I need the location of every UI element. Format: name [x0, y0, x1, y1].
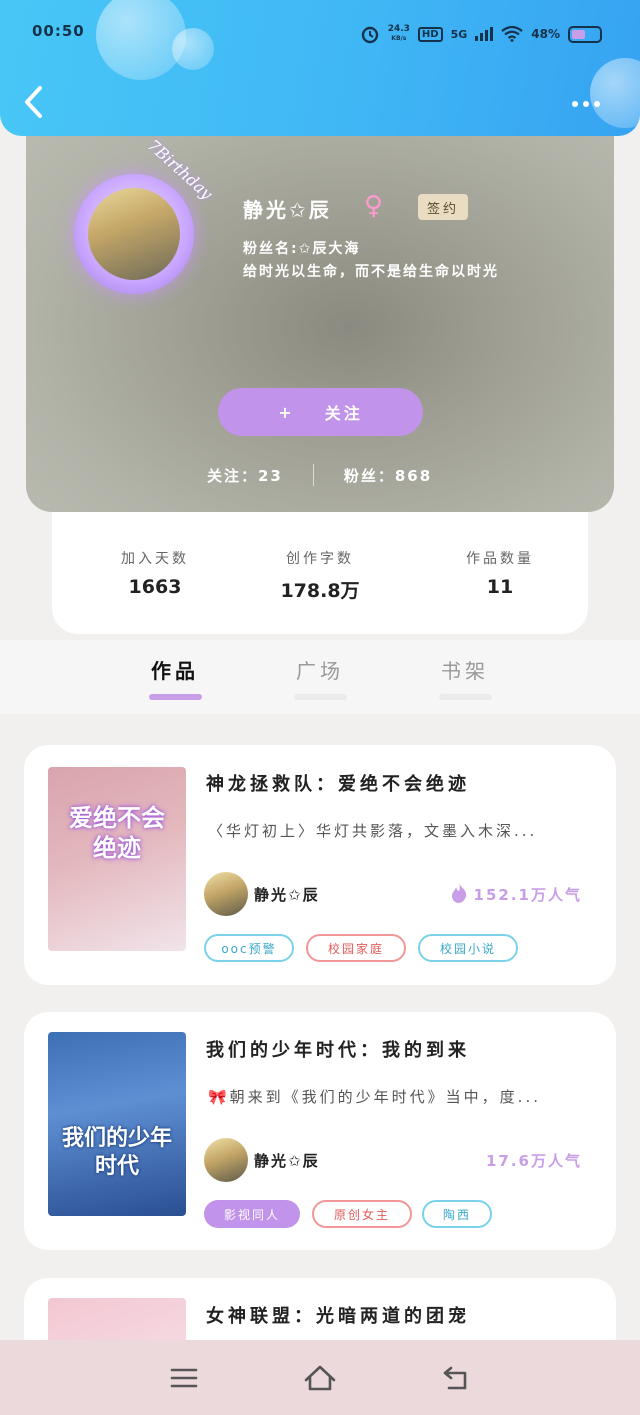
author-avatar[interactable]	[204, 1138, 248, 1182]
plus-icon: +	[278, 402, 295, 422]
tab-indicator	[439, 694, 492, 700]
stat-join-days: 加入天数 1663	[121, 551, 189, 598]
home-button[interactable]	[302, 1360, 338, 1396]
follow-button[interactable]: + 关注	[218, 388, 423, 436]
book-cover[interactable]: 爱绝不会绝迹	[48, 767, 186, 951]
sign-badge: 签约	[418, 194, 468, 220]
battery-icon	[568, 25, 602, 43]
stat-works-count: 作品数量 11	[466, 551, 534, 598]
book-title[interactable]: 神龙拯救队：爱绝不会绝迹	[206, 770, 470, 796]
author-name[interactable]: 静光✩辰	[254, 1150, 320, 1171]
book-title[interactable]: 女神联盟：光暗两道的团宠	[206, 1302, 470, 1328]
fans-count[interactable]: 粉丝：868	[344, 465, 432, 486]
book-tag[interactable]: 校园家庭	[306, 934, 406, 962]
top-header: 00:50 24.3 KB/s HD 5G 48%	[0, 0, 640, 136]
profile-card	[26, 100, 614, 512]
back-icon	[443, 1366, 467, 1389]
fire-icon	[450, 882, 468, 908]
divider	[312, 464, 314, 486]
battery-percent: 48%	[531, 27, 560, 41]
alarm-icon	[361, 26, 378, 44]
cover-title: 我们的少年时代	[61, 1125, 172, 1179]
follow-stats: 关注：23 粉丝：868	[207, 464, 432, 486]
tab-square[interactable]: 广场	[296, 655, 344, 684]
tab-indicator	[294, 694, 347, 700]
signal-bars-icon	[475, 27, 494, 41]
book-tag[interactable]: 影视同人	[204, 1200, 300, 1228]
decor-bubble	[590, 58, 640, 128]
tab-works[interactable]: 作品	[151, 655, 199, 684]
system-back-button[interactable]	[438, 1360, 474, 1396]
popularity: 152.1万人气	[473, 886, 582, 904]
gender-female-icon: ♀	[364, 191, 384, 221]
popularity: 17.6万人气	[485, 1152, 582, 1170]
net-speed: 24.3 KB/s	[387, 24, 410, 43]
book-tag[interactable]: 校园小说	[418, 934, 518, 962]
book-desc: 〈华灯初上〉华灯共影落，文墨入木深...	[208, 822, 538, 840]
more-dots-icon	[572, 101, 578, 107]
user-name: 静光✩辰	[243, 198, 332, 222]
back-button[interactable]	[18, 82, 52, 122]
tab-bookshelf[interactable]: 书架	[441, 655, 489, 684]
hd-icon: HD	[417, 26, 443, 42]
more-button[interactable]	[572, 96, 612, 112]
signal-icon: 5G	[450, 27, 468, 41]
follow-label: 关注	[324, 404, 363, 423]
book-tag[interactable]: 原创女主	[312, 1200, 412, 1228]
status-icons: 24.3 KB/s HD 5G 48%	[360, 24, 602, 44]
status-time: 00:50	[32, 22, 85, 40]
book-tag[interactable]: 陶西	[422, 1200, 492, 1228]
decor-bubble	[172, 28, 214, 70]
book-cover[interactable]: 我们的少年时代	[48, 1032, 186, 1216]
book-desc: 🎀朝来到《我们的少年时代》当中，度...	[208, 1088, 541, 1106]
user-motto: 给时光以生命，而不是给生命以时光	[243, 264, 499, 280]
tab-active-indicator	[149, 694, 202, 700]
wifi-icon	[501, 26, 523, 42]
system-nav-bar	[0, 1340, 640, 1415]
book-tag[interactable]: ooc预警	[204, 934, 294, 962]
menu-button[interactable]	[166, 1360, 202, 1396]
avatar[interactable]	[88, 188, 180, 280]
stat-word-count: 创作字数 178.8万	[280, 551, 360, 602]
following-count[interactable]: 关注：23	[207, 465, 283, 486]
fan-name: 粉丝名:✩辰大海	[243, 241, 361, 257]
cover-title: 爱绝不会绝迹	[69, 803, 165, 862]
back-arrow-icon	[25, 86, 42, 118]
decor-bubble	[96, 0, 186, 80]
menu-icon	[170, 1368, 198, 1387]
author-avatar[interactable]	[204, 872, 248, 916]
author-name[interactable]: 静光✩辰	[254, 884, 320, 905]
home-icon	[304, 1365, 336, 1390]
book-title[interactable]: 我们的少年时代：我的到来	[206, 1036, 470, 1062]
